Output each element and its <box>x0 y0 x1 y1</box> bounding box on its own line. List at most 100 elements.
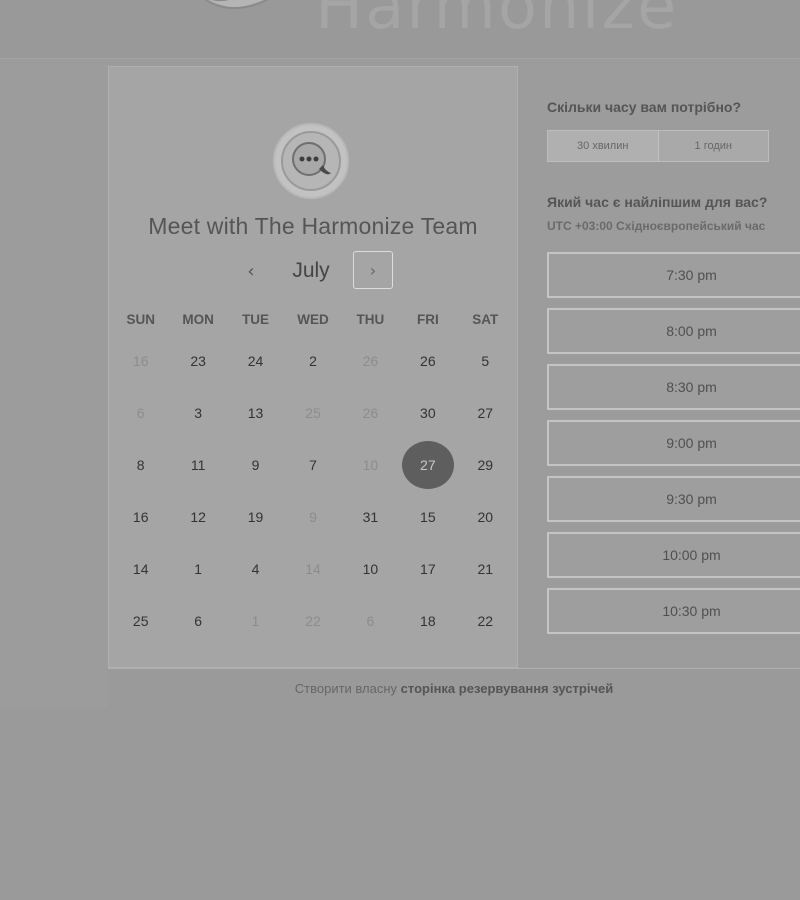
calendar-day-number: 27 <box>401 441 454 489</box>
time-slot-button[interactable]: 8:30 pm <box>547 364 800 410</box>
top-banner: Harmonize <box>0 0 800 58</box>
calendar-day-number: 6 <box>366 613 375 629</box>
calendar-day-number: 4 <box>251 561 260 577</box>
calendar-day-number: 14 <box>132 561 149 577</box>
team-avatar <box>273 123 349 199</box>
calendar-day[interactable]: 20 <box>457 491 514 543</box>
calendar-day-number: 25 <box>305 405 321 421</box>
calendar-day-number: 2 <box>309 353 317 369</box>
calendar-day-number: 11 <box>190 457 206 473</box>
calendar-day[interactable]: 18 <box>399 595 456 647</box>
calendar-day[interactable]: 14 <box>112 543 169 595</box>
calendar-weeks: 16 23 24 2 26 26 5 6 3 13 25 26 30 27 8 11 9 7 10 27 29 16 12 1… <box>112 335 514 647</box>
time-question: Який час є найліпшим для вас? <box>547 194 768 210</box>
calendar-day-number: 3 <box>194 405 203 421</box>
calendar-day-number: 21 <box>477 561 494 577</box>
calendar-day-number: 29 <box>477 457 494 473</box>
weekday-label: SAT <box>472 312 499 327</box>
calendar-day[interactable]: 16 <box>112 491 169 543</box>
month-navigator: ‹ July › <box>109 251 517 291</box>
time-slot-button[interactable]: 10:00 pm <box>547 532 800 578</box>
calendar-day[interactable]: 27 <box>457 387 514 439</box>
calendar-day[interactable]: 1 <box>169 543 226 595</box>
calendar-day-selected[interactable]: 27 <box>399 439 456 491</box>
duration-question: Скільки часу вам потрібно? <box>547 99 742 115</box>
calendar-day[interactable]: 15 <box>399 491 456 543</box>
calendar-day[interactable]: 11 <box>169 439 226 491</box>
calendar-day[interactable]: 2 <box>284 335 341 387</box>
weekday-label: FRI <box>416 312 439 327</box>
calendar-week-row: 14 1 4 14 10 17 21 <box>112 543 514 595</box>
calendar-day: 14 <box>284 543 341 595</box>
footer-prefix: Створити власну <box>294 681 398 696</box>
calendar-day: 25 <box>284 387 341 439</box>
calendar-week-row: 16 23 24 2 26 26 5 <box>112 335 514 387</box>
calendar-day-number: 26 <box>420 353 436 369</box>
time-slot-button[interactable]: 9:00 pm <box>547 420 800 466</box>
time-slot-button[interactable]: 7:30 pm <box>547 252 800 298</box>
calendar-day[interactable]: 21 <box>457 543 514 595</box>
calendar-day-number: 18 <box>420 613 436 629</box>
calendar-day[interactable]: 19 <box>227 491 284 543</box>
duration-option-30min[interactable]: 30 хвилин <box>548 131 658 161</box>
calendar-day-number: 20 <box>477 509 494 525</box>
calendar-day-number: 1 <box>194 561 203 577</box>
calendar-day-number: 6 <box>136 405 145 421</box>
calendar-day[interactable]: 4 <box>227 543 284 595</box>
footer: Створити власну сторінка резервування зу… <box>108 668 800 711</box>
calendar-day-number: 7 <box>309 457 317 473</box>
calendar-day[interactable]: 7 <box>284 439 341 491</box>
duration-option-1hour[interactable]: 1 годин <box>657 131 768 161</box>
calendar-day[interactable]: 13 <box>227 387 284 439</box>
calendar-day[interactable]: 12 <box>169 491 226 543</box>
time-slot-button[interactable]: 9:30 pm <box>547 476 800 522</box>
calendar-day-number: 1 <box>251 613 260 629</box>
next-month-button[interactable]: › <box>353 251 393 289</box>
calendar-day: 26 <box>342 387 399 439</box>
calendar-day: 6 <box>112 387 169 439</box>
calendar-day-number: 17 <box>420 561 436 577</box>
calendar-day-number: 22 <box>477 613 494 629</box>
calendar-day-number: 23 <box>190 353 206 369</box>
calendar-day[interactable]: 17 <box>399 543 456 595</box>
calendar-day[interactable]: 30 <box>399 387 456 439</box>
time-slot-button[interactable]: 10:30 pm <box>547 588 800 634</box>
calendar-day-number: 22 <box>305 613 321 629</box>
calendar-day-number: 24 <box>247 353 264 369</box>
timezone-label[interactable]: UTC +03:00 Східноєвропейський час <box>547 219 765 233</box>
calendar-week-row: 25 6 1 22 6 18 22 <box>112 595 514 647</box>
calendar-day: 9 <box>284 491 341 543</box>
calendar-day-number: 5 <box>481 353 490 369</box>
weekday-label: TUE <box>242 312 270 327</box>
calendar-day[interactable]: 24 <box>227 335 284 387</box>
calendar-day-number: 25 <box>132 613 149 629</box>
calendar-day-number: 6 <box>194 613 203 629</box>
calendar-day-number: 30 <box>420 405 436 421</box>
weekday-header: SUN MON TUE WED THU FRI SAT <box>112 305 514 335</box>
calendar-day-number: 16 <box>132 353 149 369</box>
create-booking-page-link[interactable]: сторінка резервування зустрічей <box>401 681 614 696</box>
calendar-day[interactable]: 3 <box>169 387 226 439</box>
calendar-day-number: 8 <box>136 457 145 473</box>
logo-text: Harmonize <box>315 0 679 44</box>
time-slot-button[interactable]: 8:00 pm <box>547 308 800 354</box>
weekday-label: SUN <box>126 312 155 327</box>
calendar-day[interactable]: 31 <box>342 491 399 543</box>
calendar-grid: SUN MON TUE WED THU FRI SAT 16 23 24 2 26 26 5… <box>112 305 514 647</box>
calendar-day[interactable]: 23 <box>169 335 226 387</box>
weekday-label: THU <box>356 312 385 327</box>
calendar-day[interactable]: 5 <box>457 335 514 387</box>
calendar-day-number: 10 <box>362 457 379 473</box>
calendar-day[interactable]: 6 <box>169 595 226 647</box>
calendar-day[interactable]: 29 <box>457 439 514 491</box>
calendar-day[interactable]: 8 <box>112 439 169 491</box>
calendar-day[interactable]: 25 <box>112 595 169 647</box>
prev-month-button[interactable]: ‹ <box>237 257 265 285</box>
calendar-day[interactable]: 10 <box>342 543 399 595</box>
calendar-day[interactable]: 22 <box>457 595 514 647</box>
booking-panel: Скільки часу вам потрібно? 30 хвилин 1 г… <box>520 66 800 666</box>
calendar-day[interactable]: 26 <box>399 335 456 387</box>
calendar-day[interactable]: 9 <box>227 439 284 491</box>
calendar-day-number: 19 <box>247 509 264 525</box>
booking-page: Harmonize Meet with The Harmonize Team ‹… <box>0 0 800 900</box>
